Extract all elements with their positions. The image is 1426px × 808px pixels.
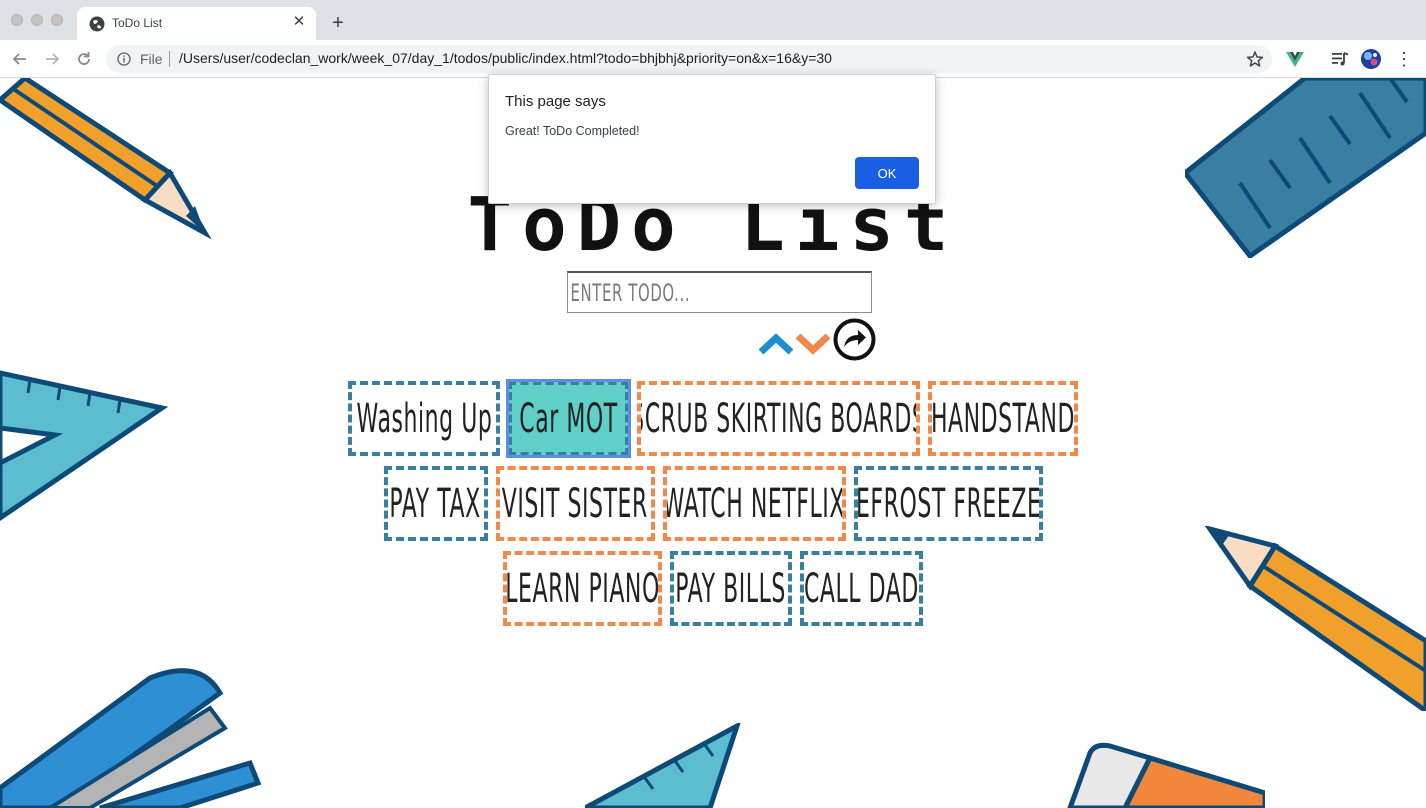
todo-item-visit-sister[interactable]: VISIT SISTER <box>495 466 655 541</box>
url-divider <box>169 51 170 67</box>
todo-item-label: Washing Up <box>356 395 492 442</box>
back-arrow-icon[interactable] <box>10 49 30 69</box>
todo-item-pay-bills[interactable]: PAY BILLS <box>670 551 792 626</box>
todo-item-label: SCRUB SKIRTING BOARDS <box>637 395 920 442</box>
todo-item-handstand[interactable]: HANDSTAND <box>928 381 1078 456</box>
close-window-button[interactable] <box>11 14 23 26</box>
todo-item-watch-netflix[interactable]: WATCH NETFLIX <box>662 466 846 541</box>
todo-item-label: CALL DAD <box>804 565 919 612</box>
profile-avatar-icon[interactable] <box>1361 49 1381 69</box>
todo-list: Washing Up Car MOT SCRUB SKIRTING BOARDS… <box>0 379 1426 636</box>
todo-item-label: DEFROST FREEZER <box>856 480 1042 527</box>
alert-dialog: This page says Great! ToDo Completed! OK <box>488 74 936 204</box>
priority-up-chevron-icon[interactable] <box>758 332 794 356</box>
submit-arrow-button[interactable] <box>833 318 876 361</box>
media-controls-icon[interactable] <box>1330 49 1350 69</box>
dialog-title: This page says <box>505 93 606 110</box>
maximize-window-button[interactable] <box>51 14 63 26</box>
dialog-message: Great! ToDo Completed! <box>505 124 640 138</box>
todo-item-pay-tax[interactable]: PAY TAX <box>383 466 488 541</box>
browser-toolbar: File /Users/user/codeclan_work/week_07/d… <box>0 40 1426 78</box>
reload-icon[interactable] <box>74 49 94 69</box>
todo-input-field[interactable] <box>567 271 872 313</box>
todo-item-car-mot[interactable]: Car MOT <box>506 379 631 458</box>
globe-icon <box>89 16 105 32</box>
triangle-ruler-illustration-icon <box>585 723 741 808</box>
todo-item-learn-piano[interactable]: LEARN PIANO <box>503 551 662 626</box>
more-menu-icon[interactable]: ⋮ <box>1394 49 1414 69</box>
address-bar[interactable]: File /Users/user/codeclan_work/week_07/d… <box>106 45 1272 73</box>
todo-item-label: LEARN PIANO <box>505 565 660 612</box>
todo-item-washing-up[interactable]: Washing Up <box>348 381 500 456</box>
eraser-illustration-icon <box>1067 742 1265 808</box>
info-icon[interactable] <box>117 52 131 66</box>
forward-arrow-icon[interactable] <box>42 49 62 69</box>
stapler-illustration-icon <box>0 668 262 808</box>
browser-tab[interactable]: ToDo List ✕ <box>77 7 316 40</box>
minimize-window-button[interactable] <box>31 14 43 26</box>
tab-title: ToDo List <box>112 16 163 30</box>
todo-input[interactable] <box>568 273 869 312</box>
url-text[interactable]: /Users/user/codeclan_work/week_07/day_1/… <box>179 50 832 66</box>
todo-item-call-dad[interactable]: CALL DAD <box>800 551 923 626</box>
todo-row: LEARN PIANO PAY BILLS CALL DAD <box>0 551 1426 626</box>
todo-item-scrub-skirting-boards[interactable]: SCRUB SKIRTING BOARDS <box>637 381 920 456</box>
todo-item-label: PAY TAX <box>389 480 482 527</box>
todo-item-label: WATCH NETFLIX <box>662 480 846 527</box>
browser-tab-strip: ToDo List ✕ + <box>0 0 1426 40</box>
todo-item-label: PAY BILLS <box>675 565 787 612</box>
priority-down-chevron-icon[interactable] <box>795 332 831 356</box>
todo-row: Washing Up Car MOT SCRUB SKIRTING BOARDS… <box>0 379 1426 458</box>
new-tab-button[interactable]: + <box>328 13 348 33</box>
ok-button[interactable]: OK <box>855 157 919 189</box>
vue-devtools-icon[interactable] <box>1285 49 1305 69</box>
todo-row: PAY TAX VISIT SISTER WATCH NETFLIX DEFRO… <box>0 466 1426 541</box>
bookmark-star-icon[interactable] <box>1246 50 1264 68</box>
url-scheme-label: File <box>140 51 163 67</box>
todo-item-defrost-freezer[interactable]: DEFROST FREEZER <box>853 466 1043 541</box>
todo-item-label: VISIT SISTER <box>501 480 649 527</box>
todo-item-label: Car MOT <box>519 395 618 442</box>
todo-item-label: HANDSTAND <box>930 395 1076 442</box>
tab-close-icon[interactable]: ✕ <box>290 13 308 31</box>
